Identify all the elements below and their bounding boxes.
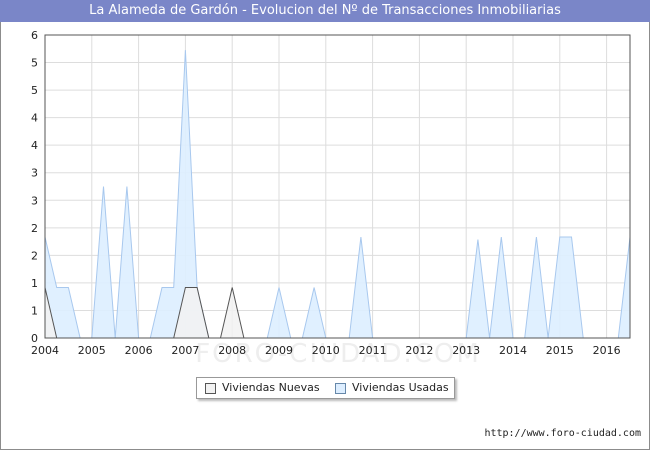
legend-label-usadas: Viviendas Usadas [352,381,449,394]
y-tick-label: 5 [31,57,38,70]
legend: Viviendas Nuevas Viviendas Usadas [196,377,455,399]
x-tick-label: 2014 [499,344,527,357]
legend-item-nuevas: Viviendas Nuevas [205,378,320,398]
y-tick-label: 4 [31,112,38,125]
y-tick-label: 3 [31,194,38,207]
x-tick-label: 2015 [546,344,574,357]
y-tick-label: 1 [31,277,38,290]
x-tick-label: 2008 [218,344,246,357]
y-axis-ticks: 0 1 1 2 2 3 3 4 4 5 5 6 [31,29,38,345]
footer-url[interactable]: http://www.foro-ciudad.com [484,428,641,439]
y-tick-label: 5 [31,84,38,97]
legend-swatch-nuevas [205,383,216,394]
legend-label-nuevas: Viviendas Nuevas [222,381,320,394]
x-tick-label: 2010 [312,344,340,357]
y-tick-label: 1 [31,304,38,317]
legend-item-usadas: Viviendas Usadas [335,378,449,398]
legend-swatch-usadas [335,383,346,394]
x-tick-label: 2009 [265,344,293,357]
x-tick-label: 2012 [405,344,433,357]
y-tick-label: 0 [31,332,38,345]
x-tick-label: 2006 [125,344,153,357]
y-tick-label: 2 [31,222,38,235]
x-tick-label: 2013 [452,344,480,357]
y-tick-label: 6 [31,29,38,42]
y-tick-label: 3 [31,167,38,180]
x-tick-label: 2011 [359,344,387,357]
y-tick-label: 2 [31,249,38,262]
y-tick-label: 4 [31,139,38,152]
x-tick-label: 2004 [31,344,59,357]
x-tick-label: 2016 [593,344,621,357]
x-tick-label: 2007 [171,344,199,357]
x-axis-ticks: 2004 2005 2006 2007 2008 2009 2010 2011 2012 2013… [31,344,621,357]
x-tick-label: 2005 [78,344,106,357]
